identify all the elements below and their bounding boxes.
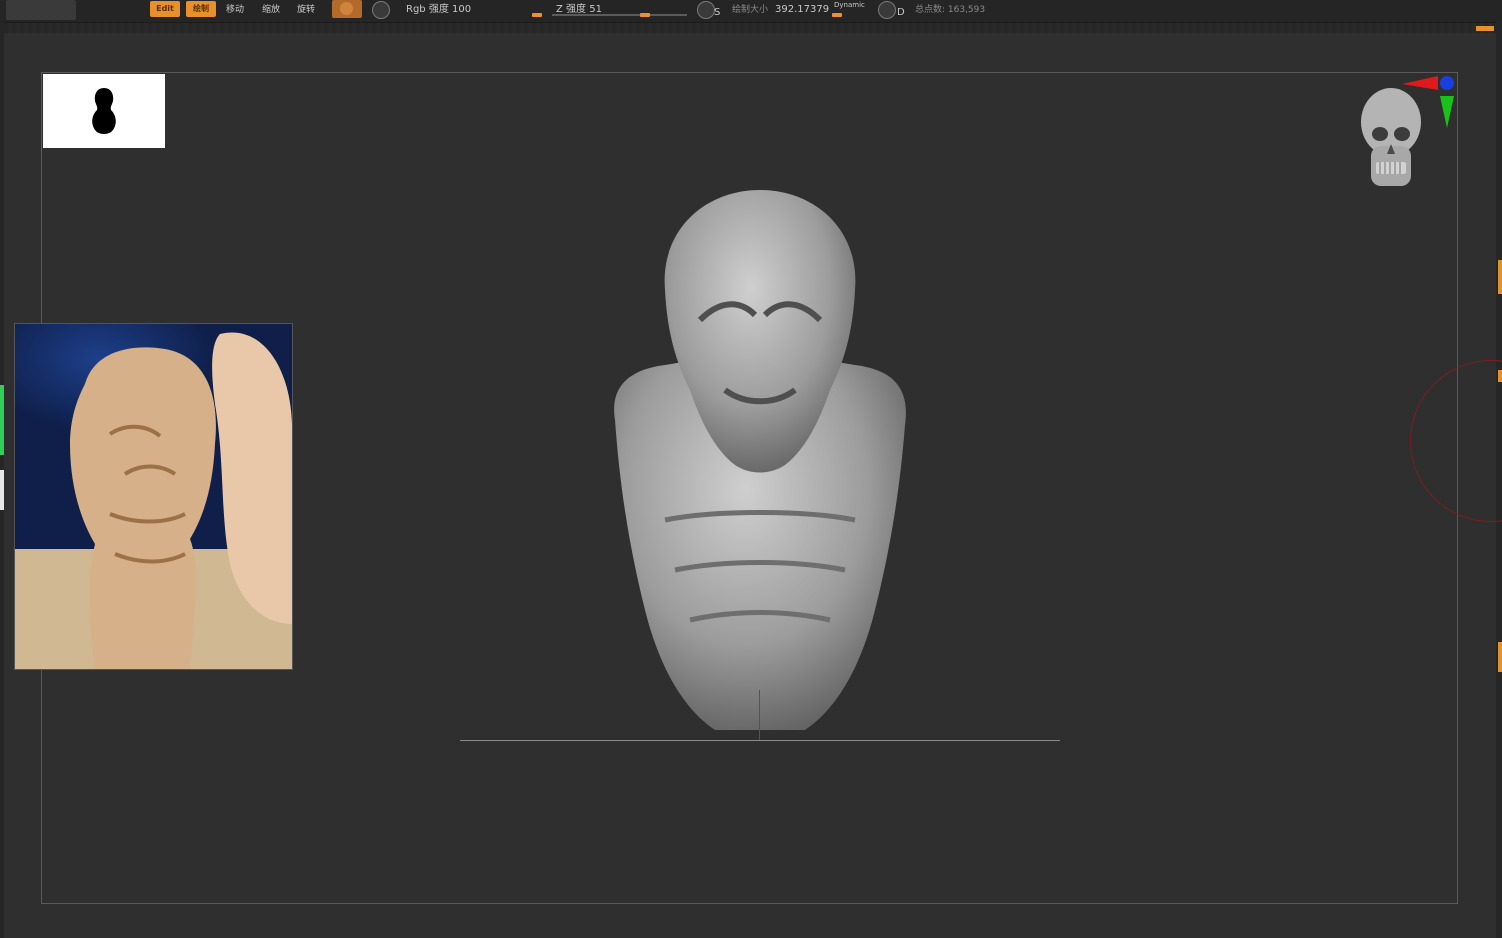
move-button[interactable]: 移动 bbox=[226, 0, 244, 20]
draw-button-label: 绘制 bbox=[193, 4, 209, 13]
draw-size-value[interactable]: 392.17379 bbox=[775, 0, 829, 20]
floor-y-axis-line bbox=[759, 690, 760, 740]
sculpt-bust-model[interactable] bbox=[605, 190, 915, 750]
axis-gizmo-icon[interactable] bbox=[1398, 72, 1458, 132]
draw-button[interactable]: 绘制 bbox=[186, 1, 216, 17]
rotate-button[interactable]: 旋转 bbox=[297, 0, 315, 20]
right-tray-orange-marker[interactable] bbox=[1498, 260, 1502, 294]
material-button[interactable] bbox=[332, 0, 362, 18]
shelf-orange-marker[interactable] bbox=[1476, 26, 1494, 31]
ground-floor-line bbox=[460, 740, 1060, 741]
brush-alpha-icon[interactable] bbox=[372, 1, 390, 19]
draw-size-slider-knob[interactable] bbox=[832, 13, 842, 17]
z-intensity-label[interactable]: Z 强度 51 bbox=[556, 0, 602, 20]
scale-button[interactable]: 缩放 bbox=[262, 0, 280, 20]
left-tray-green-marker[interactable] bbox=[0, 385, 4, 455]
z-intensity-slider-knob[interactable] bbox=[640, 13, 650, 17]
material-sphere-icon bbox=[340, 2, 353, 15]
d-label: D bbox=[897, 7, 905, 18]
z-intensity-slider-track[interactable] bbox=[552, 14, 687, 16]
top-toolbar: Edit 绘制 移动 缩放 旋转 Rgb 强度 100 Z 强度 51 S 绘制… bbox=[0, 0, 1502, 23]
rgb-slider-knob[interactable] bbox=[532, 13, 542, 17]
reference-photo bbox=[14, 323, 293, 670]
edit-button-label: Edit bbox=[156, 4, 174, 13]
silhouette-thumbnail bbox=[43, 74, 165, 148]
person-silhouette-icon bbox=[92, 88, 116, 134]
s-toggle-icon[interactable] bbox=[697, 1, 715, 19]
menu-field-left[interactable] bbox=[6, 0, 76, 20]
right-tray-orange-marker-3[interactable] bbox=[1498, 642, 1502, 672]
d-toggle-icon[interactable] bbox=[878, 1, 896, 19]
rgb-intensity-label[interactable]: Rgb 强度 100 bbox=[406, 0, 471, 20]
s-label: S bbox=[714, 7, 721, 18]
left-tray-white-marker[interactable] bbox=[0, 470, 4, 510]
reference-photo-placeholder bbox=[15, 332, 292, 669]
toolbar-shelf bbox=[0, 23, 1502, 33]
total-points-readout: 总点数: 163,593 bbox=[915, 5, 986, 15]
edit-button[interactable]: Edit bbox=[150, 1, 180, 17]
draw-size-label: 绘制大小 bbox=[732, 5, 769, 15]
